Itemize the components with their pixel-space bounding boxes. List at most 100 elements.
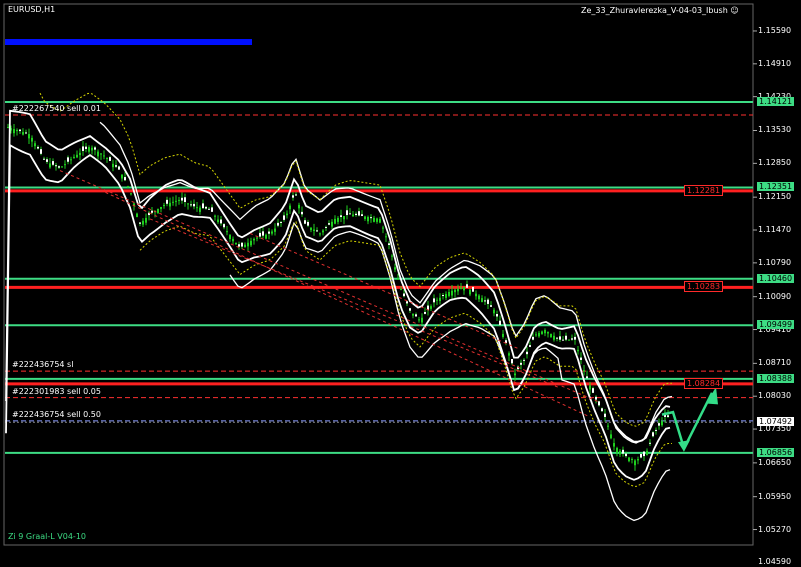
candle-body bbox=[172, 201, 174, 203]
axis-tick-label: 1.15590 bbox=[758, 25, 792, 35]
candle-body bbox=[307, 221, 309, 226]
candle-body bbox=[568, 339, 570, 341]
candle-body bbox=[241, 242, 243, 247]
candle-body bbox=[472, 286, 474, 292]
candle-body bbox=[28, 134, 30, 139]
candle-body bbox=[97, 151, 99, 157]
candle-body bbox=[523, 359, 525, 361]
candle-body bbox=[607, 425, 609, 427]
candle-body bbox=[403, 293, 405, 297]
axis-tick-label: 1.14910 bbox=[758, 58, 792, 68]
candle-body bbox=[436, 299, 438, 301]
candle-body bbox=[325, 226, 327, 228]
candle-body bbox=[73, 156, 75, 158]
candle-body bbox=[289, 205, 291, 210]
candle-body bbox=[7, 127, 9, 129]
candle-body bbox=[625, 453, 627, 457]
candle-body bbox=[556, 337, 558, 339]
candle-body bbox=[163, 205, 165, 207]
candle-body bbox=[448, 292, 450, 296]
candle-body bbox=[454, 289, 456, 293]
candle-body bbox=[397, 278, 399, 280]
candle-body bbox=[64, 164, 66, 166]
axis-tick-label: 1.04590 bbox=[758, 557, 792, 567]
candle-body bbox=[250, 240, 252, 246]
candle-body bbox=[502, 333, 504, 338]
candle-body bbox=[631, 459, 633, 461]
candle-body bbox=[52, 161, 54, 165]
candle-body bbox=[496, 313, 498, 317]
candle-body bbox=[643, 451, 645, 457]
candle-body bbox=[451, 290, 453, 296]
candle-body bbox=[595, 396, 597, 400]
candle-body bbox=[22, 132, 24, 135]
candle-body bbox=[124, 177, 126, 181]
candle-body bbox=[253, 238, 255, 241]
footer-label: Zi 9 Graal-L V04-10 bbox=[8, 532, 86, 541]
candle-body bbox=[145, 217, 147, 223]
level-price-tag: 1.06856 bbox=[757, 447, 795, 457]
candle-body bbox=[37, 146, 39, 149]
red-level-label: 1.12281 bbox=[684, 184, 724, 196]
candle-body bbox=[559, 336, 561, 340]
candle-body bbox=[373, 217, 375, 222]
candle-body bbox=[301, 211, 303, 215]
candle-body bbox=[256, 237, 258, 239]
candle-body bbox=[604, 413, 606, 417]
candle-body bbox=[421, 317, 423, 323]
candle-body bbox=[283, 215, 285, 220]
candle-body bbox=[118, 166, 120, 170]
candle-body bbox=[493, 309, 495, 314]
candle-body bbox=[109, 157, 111, 161]
level-price-tag: 1.08388 bbox=[757, 373, 795, 383]
candle-body bbox=[238, 244, 240, 247]
candle-body bbox=[457, 288, 459, 292]
axis-tick-label: 1.06650 bbox=[758, 457, 792, 467]
candle-body bbox=[274, 228, 276, 232]
candle-body bbox=[88, 147, 90, 152]
red-level-label: 1.08284 bbox=[684, 377, 724, 389]
candle-body bbox=[313, 229, 315, 232]
candle-body bbox=[157, 208, 159, 213]
candle-body bbox=[553, 335, 555, 340]
candle-body bbox=[514, 373, 516, 376]
candle-body bbox=[187, 203, 189, 205]
candle-body bbox=[214, 215, 216, 217]
candle-body bbox=[424, 311, 426, 314]
candle-body bbox=[349, 213, 351, 215]
candle-body bbox=[460, 287, 462, 289]
candle-body bbox=[286, 213, 288, 216]
candle-body bbox=[652, 432, 654, 437]
candle-body bbox=[142, 220, 144, 225]
candle-body bbox=[16, 130, 18, 132]
candle-body bbox=[565, 335, 567, 340]
axis-tick-label: 1.12150 bbox=[758, 192, 792, 202]
candle-body bbox=[358, 211, 360, 216]
candle-body bbox=[67, 157, 69, 162]
candle-body bbox=[463, 286, 465, 291]
candle-body bbox=[160, 206, 162, 209]
candle-body bbox=[343, 216, 345, 220]
candle-body bbox=[577, 349, 579, 352]
candle-body bbox=[640, 453, 642, 458]
candle-body bbox=[139, 222, 141, 224]
candle-body bbox=[520, 362, 522, 365]
candle-body bbox=[43, 158, 45, 160]
candle-body bbox=[184, 197, 186, 202]
candle-body bbox=[232, 238, 234, 242]
candle-body bbox=[445, 293, 447, 298]
candle-body bbox=[217, 219, 219, 223]
candle-body bbox=[316, 230, 318, 232]
candle-body bbox=[334, 218, 336, 224]
candle-body bbox=[292, 195, 294, 198]
candle-body bbox=[259, 232, 261, 237]
candle-body bbox=[409, 308, 411, 311]
candle-body bbox=[466, 284, 468, 288]
blue-progress-bar bbox=[5, 39, 252, 45]
axis-tick-label: 1.13530 bbox=[758, 125, 792, 135]
candle-body bbox=[499, 320, 501, 326]
candle-body bbox=[271, 231, 273, 234]
candle-body bbox=[646, 450, 648, 455]
price-chart[interactable] bbox=[0, 0, 801, 549]
candle-body bbox=[220, 219, 222, 224]
